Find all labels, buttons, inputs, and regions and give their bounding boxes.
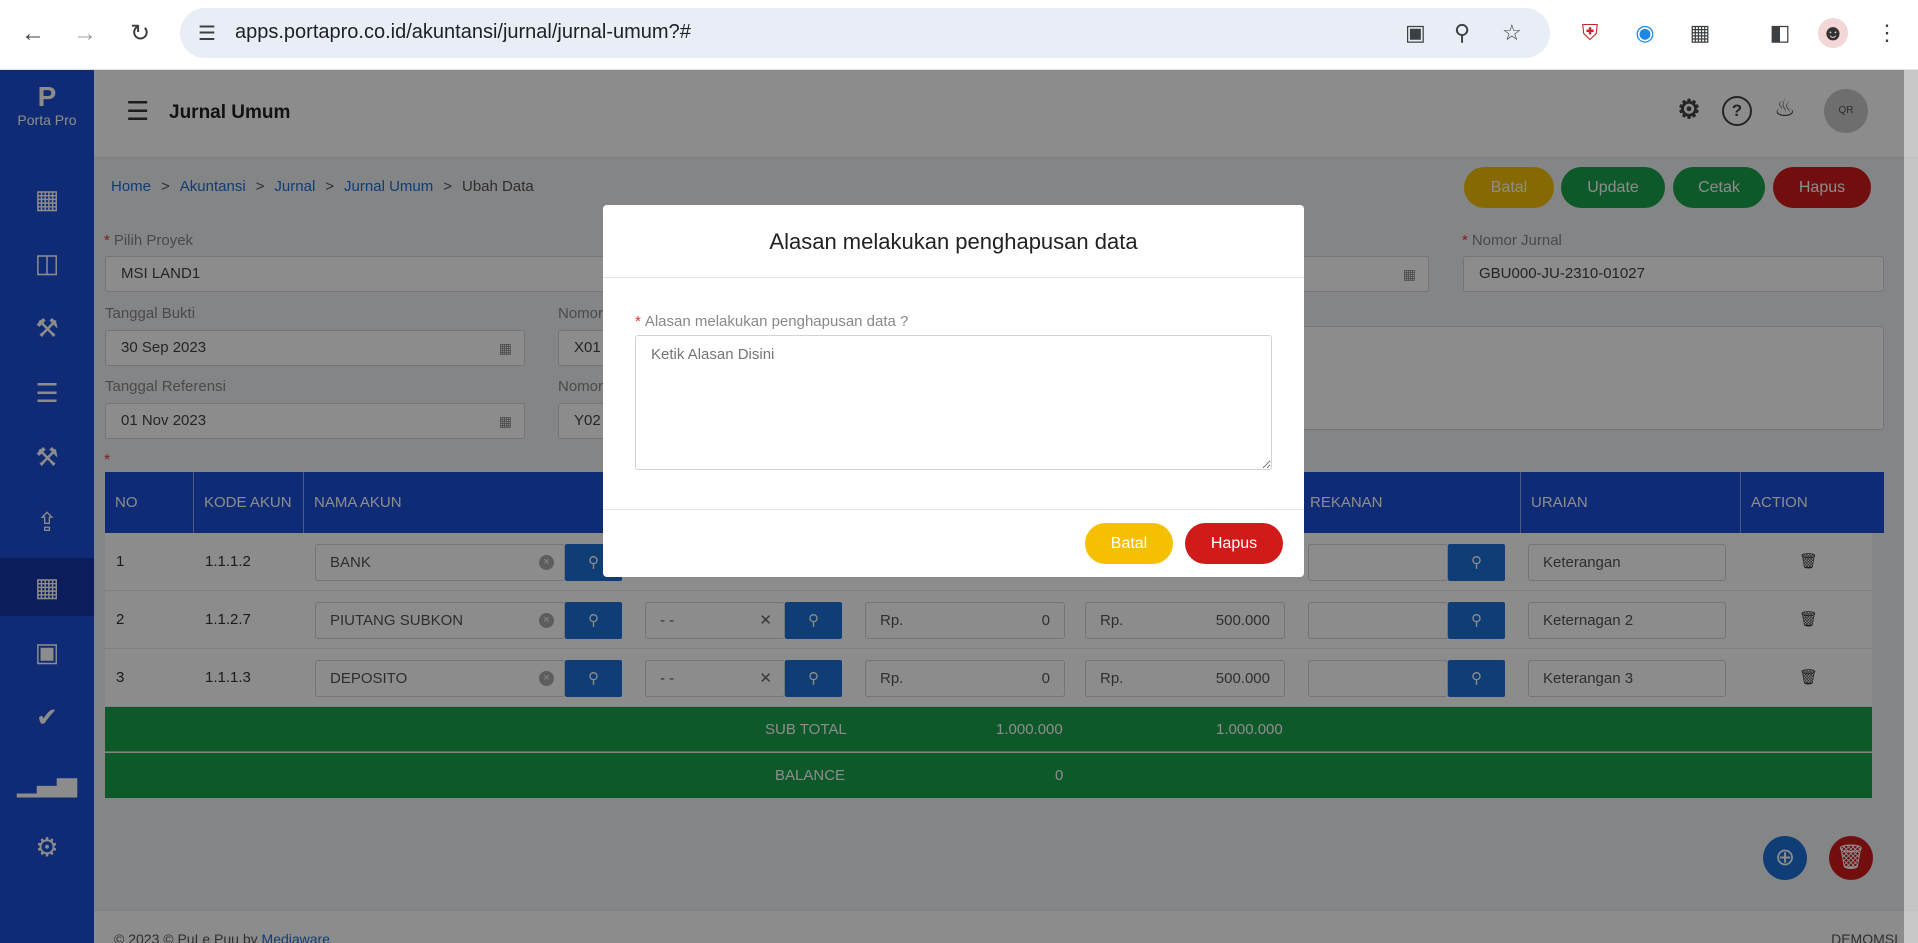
address-bar[interactable]: ☰ apps.portapro.co.id/akuntansi/jurnal/j…: [180, 8, 1550, 58]
delete-reason-modal: Alasan melakukan penghapusan data * Alasa…: [603, 205, 1304, 577]
modal-confirm-delete-button[interactable]: Hapus: [1185, 523, 1283, 564]
site-settings-icon[interactable]: ☰: [198, 21, 216, 46]
url-text[interactable]: apps.portapro.co.id/akuntansi/jurnal/jur…: [235, 21, 691, 44]
modal-divider: [603, 509, 1304, 510]
install-app-icon[interactable]: ▣: [1405, 20, 1426, 46]
extension-globe-icon[interactable]: ◉: [1630, 18, 1660, 48]
side-panel-icon[interactable]: ◧: [1765, 18, 1795, 48]
extensions-puzzle-icon[interactable]: ▦: [1685, 18, 1715, 48]
back-icon[interactable]: ←: [18, 19, 48, 49]
reason-textarea[interactable]: [635, 335, 1272, 470]
forward-icon[interactable]: →: [70, 19, 100, 49]
modal-cancel-button[interactable]: Batal: [1085, 523, 1173, 564]
menu-kebab-icon[interactable]: ⋮: [1872, 18, 1902, 48]
modal-title: Alasan melakukan penghapusan data: [603, 205, 1304, 278]
browser-toolbar: ← → ↻ ☰ apps.portapro.co.id/akuntansi/ju…: [0, 0, 1918, 70]
zoom-icon[interactable]: ⚲: [1454, 20, 1470, 46]
reason-label: * Alasan melakukan penghapusan data ?: [635, 313, 909, 330]
profile-icon[interactable]: ☻: [1818, 18, 1848, 48]
reload-icon[interactable]: ↻: [125, 19, 155, 49]
scrollbar[interactable]: [1904, 70, 1918, 943]
extension-shield-icon[interactable]: ⛨: [1575, 18, 1605, 48]
bookmark-star-icon[interactable]: ☆: [1502, 20, 1522, 46]
